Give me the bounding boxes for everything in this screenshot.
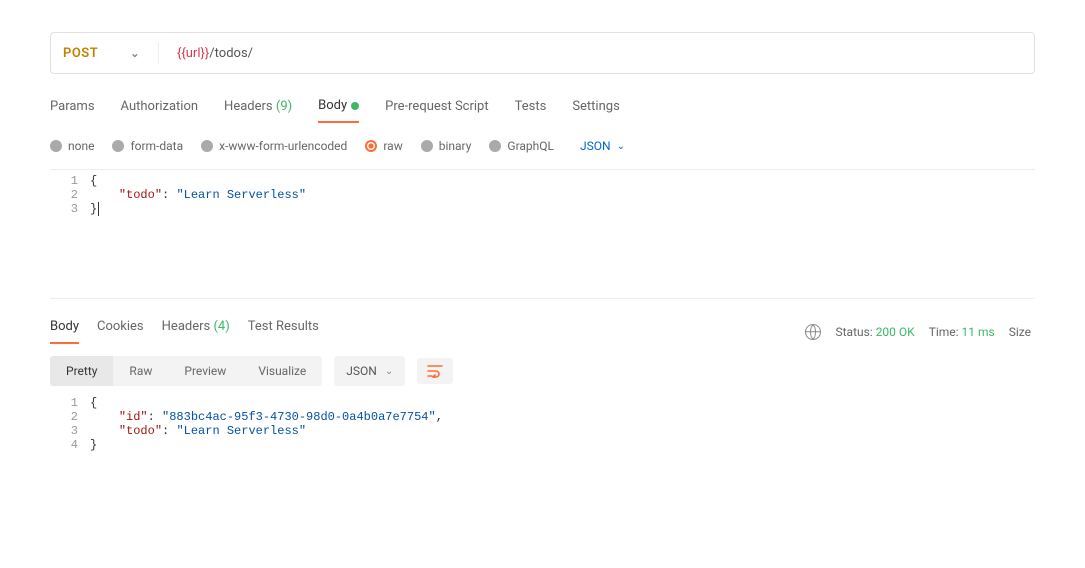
resp-tab-body[interactable]: Body — [50, 319, 79, 344]
body-format-select[interactable]: JSON ⌄ — [580, 139, 625, 153]
wrap-icon — [427, 364, 443, 378]
response-format-select[interactable]: JSON ⌄ — [334, 356, 405, 386]
body-type-none[interactable]: none — [50, 139, 94, 153]
resp-tab-headers[interactable]: Headers (4) — [162, 319, 230, 344]
body-type-raw[interactable]: raw — [365, 139, 402, 153]
method-label: POST — [63, 46, 98, 61]
tab-tests[interactable]: Tests — [515, 99, 547, 122]
response-meta: Status: 200 OK Time: 11 ms Size — [805, 324, 1031, 340]
time-value: 11 ms — [962, 325, 995, 339]
format-label: JSON — [346, 364, 377, 378]
chevron-down-icon: ⌄ — [130, 47, 140, 60]
json-key: "todo" — [119, 424, 162, 438]
radio-icon — [112, 140, 124, 152]
body-type-row: none form-data x-www-form-urlencoded raw… — [50, 139, 1035, 153]
url-input[interactable]: {{url}}/todos/ — [177, 46, 253, 61]
body-changed-indicator — [351, 102, 359, 110]
format-label: JSON — [580, 139, 611, 153]
url-variable: {{url}} — [177, 46, 209, 61]
body-type-formdata[interactable]: form-data — [112, 139, 183, 153]
resp-headers-count: (4) — [213, 319, 229, 334]
chevron-down-icon: ⌄ — [617, 141, 625, 152]
tab-prerequest[interactable]: Pre-request Script — [385, 99, 488, 122]
tab-body-label: Body — [318, 98, 347, 113]
globe-icon[interactable] — [805, 324, 821, 340]
line-number: 1 — [50, 174, 90, 188]
http-method-select[interactable]: POST ⌄ — [63, 46, 140, 61]
view-preview[interactable]: Preview — [168, 356, 242, 386]
resp-tab-tests[interactable]: Test Results — [248, 319, 319, 344]
body-type-label: binary — [439, 139, 472, 153]
status-value: 200 OK — [876, 325, 915, 339]
request-url-bar: POST ⌄ {{url}}/todos/ — [50, 32, 1035, 74]
body-type-label: none — [68, 139, 94, 153]
resp-headers-label: Headers — [162, 319, 211, 334]
view-raw[interactable]: Raw — [113, 356, 168, 386]
line-number: 3 — [50, 424, 90, 438]
body-type-label: x-www-form-urlencoded — [219, 139, 347, 153]
json-value: "883bc4ac-95f3-4730-98d0-0a4b0a7e7754" — [162, 410, 436, 424]
json-key: "todo" — [119, 188, 162, 202]
request-body-editor[interactable]: 1 { 2 "todo": "Learn Serverless" 3 } — [50, 169, 1035, 299]
body-type-xwww[interactable]: x-www-form-urlencoded — [201, 139, 347, 153]
divider — [158, 42, 159, 64]
body-type-label: form-data — [130, 139, 183, 153]
line-number: 2 — [50, 188, 90, 202]
chevron-down-icon: ⌄ — [385, 366, 393, 377]
response-header: Body Cookies Headers (4) Test Results St… — [50, 319, 1035, 344]
response-tabs: Body Cookies Headers (4) Test Results — [50, 319, 319, 344]
body-type-graphql[interactable]: GraphQL — [489, 139, 554, 153]
radio-icon — [50, 140, 62, 152]
json-key: "id" — [119, 410, 148, 424]
line-number: 3 — [50, 202, 90, 216]
body-type-label: GraphQL — [507, 139, 554, 153]
view-visualize[interactable]: Visualize — [242, 356, 322, 386]
tab-settings[interactable]: Settings — [572, 99, 619, 122]
radio-icon — [201, 140, 213, 152]
size-label: Size — [1009, 325, 1031, 339]
response-toolbar: Pretty Raw Preview Visualize JSON ⌄ — [50, 356, 1035, 386]
status-block: Status: 200 OK — [835, 325, 914, 339]
resp-tab-cookies[interactable]: Cookies — [97, 319, 144, 344]
wrap-lines-button[interactable] — [417, 358, 453, 384]
status-label: Status: — [835, 325, 872, 339]
line-number: 2 — [50, 410, 90, 424]
body-type-label: raw — [383, 139, 402, 153]
view-mode-segment: Pretty Raw Preview Visualize — [50, 356, 322, 386]
radio-icon — [421, 140, 433, 152]
radio-icon — [365, 140, 377, 152]
response-body-viewer[interactable]: 1 { 2 "id": "883bc4ac-95f3-4730-98d0-0a4… — [50, 396, 1035, 452]
line-number: 1 — [50, 396, 90, 410]
json-value: "Learn Serverless" — [176, 188, 306, 202]
url-path: /todos/ — [209, 46, 253, 61]
json-value: "Learn Serverless" — [176, 424, 306, 438]
tab-headers-label: Headers — [224, 99, 273, 114]
view-pretty[interactable]: Pretty — [50, 356, 113, 386]
headers-count: (9) — [276, 99, 292, 114]
tab-params[interactable]: Params — [50, 99, 95, 122]
time-label: Time: — [929, 325, 959, 339]
tab-body[interactable]: Body — [318, 98, 359, 123]
tab-authorization[interactable]: Authorization — [121, 99, 199, 122]
request-tabs: Params Authorization Headers (9) Body Pr… — [50, 98, 1035, 123]
tab-headers[interactable]: Headers (9) — [224, 99, 292, 122]
line-number: 4 — [50, 438, 90, 452]
radio-icon — [489, 140, 501, 152]
text-cursor — [98, 202, 99, 216]
time-block: Time: 11 ms — [929, 325, 995, 339]
body-type-binary[interactable]: binary — [421, 139, 472, 153]
